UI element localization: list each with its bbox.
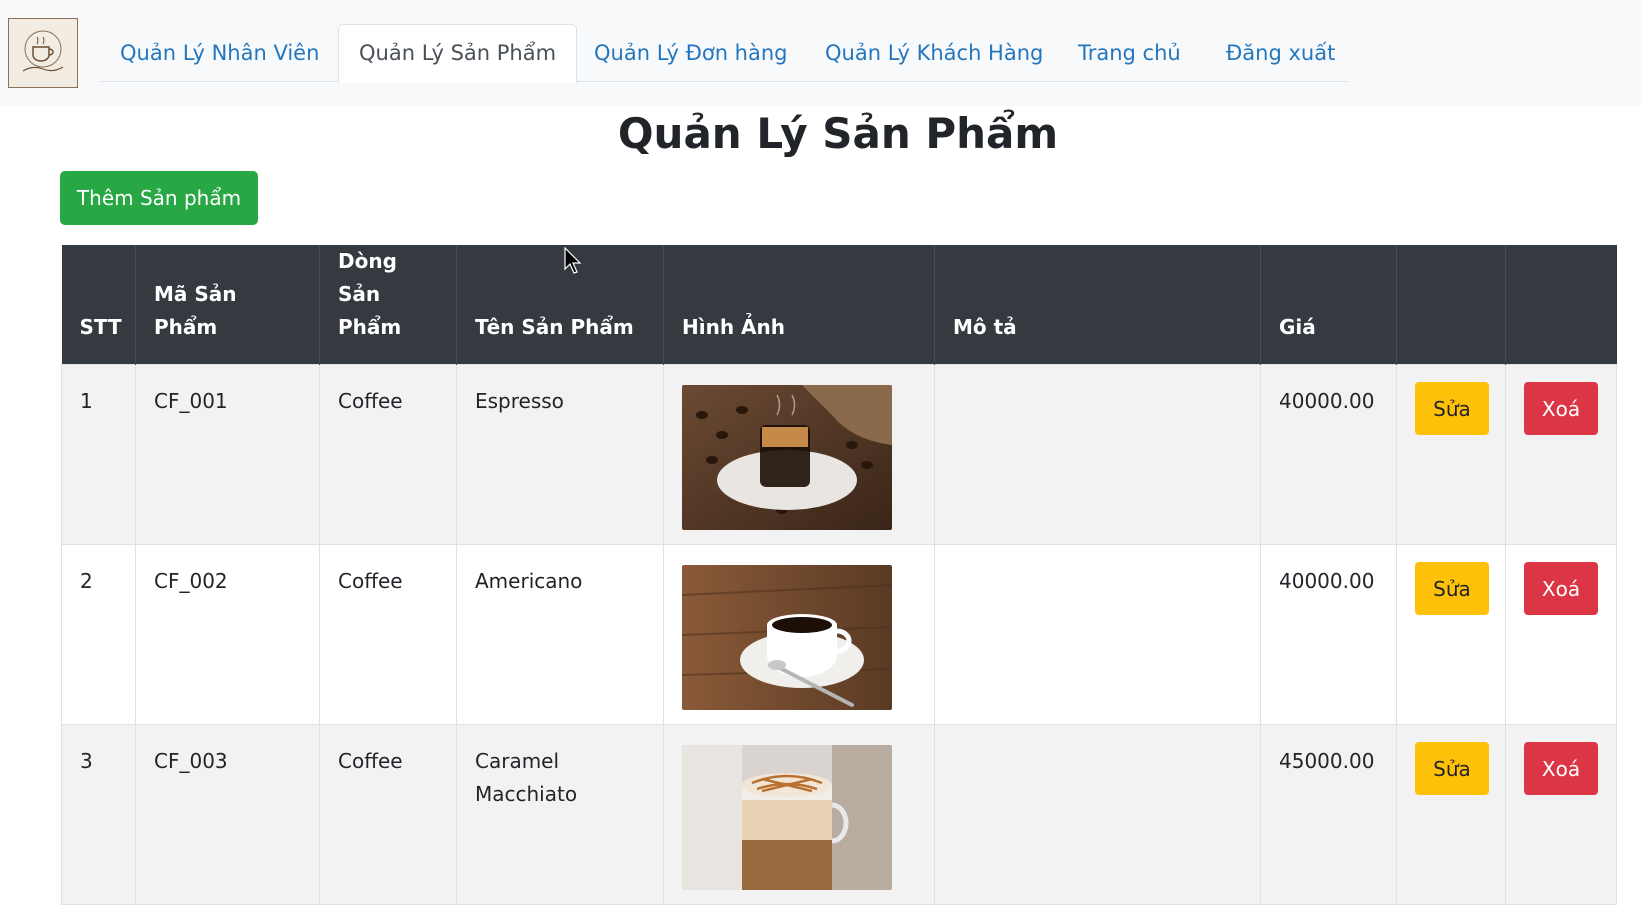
cell-image xyxy=(663,544,935,725)
cell-product-line: Coffee xyxy=(319,364,457,545)
header-edit xyxy=(1396,245,1506,365)
cell-product-line: Coffee xyxy=(319,544,457,725)
cell-image xyxy=(663,364,935,545)
delete-button[interactable]: Xoá xyxy=(1524,562,1598,615)
delete-button[interactable]: Xoá xyxy=(1524,382,1598,435)
cell-stt: 1 xyxy=(61,364,136,545)
cell-price: 45000.00 xyxy=(1260,724,1397,905)
mouse-cursor-icon xyxy=(564,247,582,274)
tab-order-management[interactable]: Quản Lý Đơn hàng xyxy=(574,24,808,82)
cell-product-name: Espresso xyxy=(456,364,664,545)
delete-button[interactable]: Xoá xyxy=(1524,742,1598,795)
tab-employee-management[interactable]: Quản Lý Nhân Viên xyxy=(100,24,339,82)
nav-tabs: Quản Lý Nhân Viên Quản Lý Sản Phẩm Quản … xyxy=(100,24,1348,83)
cell-delete: Xoá xyxy=(1505,364,1617,545)
header-delete xyxy=(1505,245,1617,365)
edit-button[interactable]: Sửa xyxy=(1415,742,1489,795)
table-row: 3 CF_003 Coffee Caramel Macchiato 45000.… xyxy=(61,724,1617,905)
cell-edit: Sửa xyxy=(1396,544,1506,725)
header-image: Hình Ảnh xyxy=(663,245,935,365)
cell-product-code: CF_003 xyxy=(135,724,320,905)
header-stt: STT xyxy=(61,245,136,365)
cell-description xyxy=(934,724,1261,905)
americano-image xyxy=(682,565,892,710)
coffee-shop-logo-icon xyxy=(22,30,64,72)
cell-price: 40000.00 xyxy=(1260,544,1397,725)
caramel-macchiato-image xyxy=(682,745,892,890)
tab-product-management[interactable]: Quản Lý Sản Phẩm xyxy=(338,24,578,83)
header-price: Giá xyxy=(1260,245,1397,365)
cell-stt: 3 xyxy=(61,724,136,905)
header-product-name: Tên Sản Phẩm xyxy=(456,245,664,365)
cell-stt: 2 xyxy=(61,544,136,725)
coffee-shop-logo[interactable] xyxy=(8,18,78,88)
cell-edit: Sửa xyxy=(1396,364,1506,545)
cell-image xyxy=(663,724,935,905)
cell-delete: Xoá xyxy=(1505,724,1617,905)
products-table: STT Mã Sản Phẩm Dòng Sản Phẩm Tên Sản Ph… xyxy=(61,245,1617,905)
cell-product-code: CF_001 xyxy=(135,364,320,545)
cell-description xyxy=(934,364,1261,545)
tab-home[interactable]: Trang chủ xyxy=(1058,24,1201,82)
table-header-row: STT Mã Sản Phẩm Dòng Sản Phẩm Tên Sản Ph… xyxy=(61,245,1617,365)
tab-logout[interactable]: Đăng xuất xyxy=(1206,24,1355,82)
tab-customer-management[interactable]: Quản Lý Khách Hàng xyxy=(805,24,1063,82)
header-description: Mô tả xyxy=(934,245,1261,365)
cell-price: 40000.00 xyxy=(1260,364,1397,545)
cell-product-code: CF_002 xyxy=(135,544,320,725)
cell-edit: Sửa xyxy=(1396,724,1506,905)
edit-button[interactable]: Sửa xyxy=(1415,562,1489,615)
cell-product-line: Coffee xyxy=(319,724,457,905)
page-title: Quản Lý Sản Phẩm xyxy=(617,109,1059,158)
cell-description xyxy=(934,544,1261,725)
cell-delete: Xoá xyxy=(1505,544,1617,725)
cell-product-name: Americano xyxy=(456,544,664,725)
table-row: 1 CF_001 Coffee Espresso 40000.00 Sửa Xo… xyxy=(61,364,1617,545)
top-navbar: Quản Lý Nhân Viên Quản Lý Sản Phẩm Quản … xyxy=(0,0,1642,106)
add-product-button[interactable]: Thêm Sản phẩm xyxy=(60,171,258,225)
table-row: 2 CF_002 Coffee Americano 40000.00 Sửa X… xyxy=(61,544,1617,725)
header-product-code: Mã Sản Phẩm xyxy=(135,245,320,365)
cell-product-name: Caramel Macchiato xyxy=(456,724,664,905)
header-product-line: Dòng Sản Phẩm xyxy=(319,245,457,365)
espresso-image xyxy=(682,385,892,530)
edit-button[interactable]: Sửa xyxy=(1415,382,1489,435)
